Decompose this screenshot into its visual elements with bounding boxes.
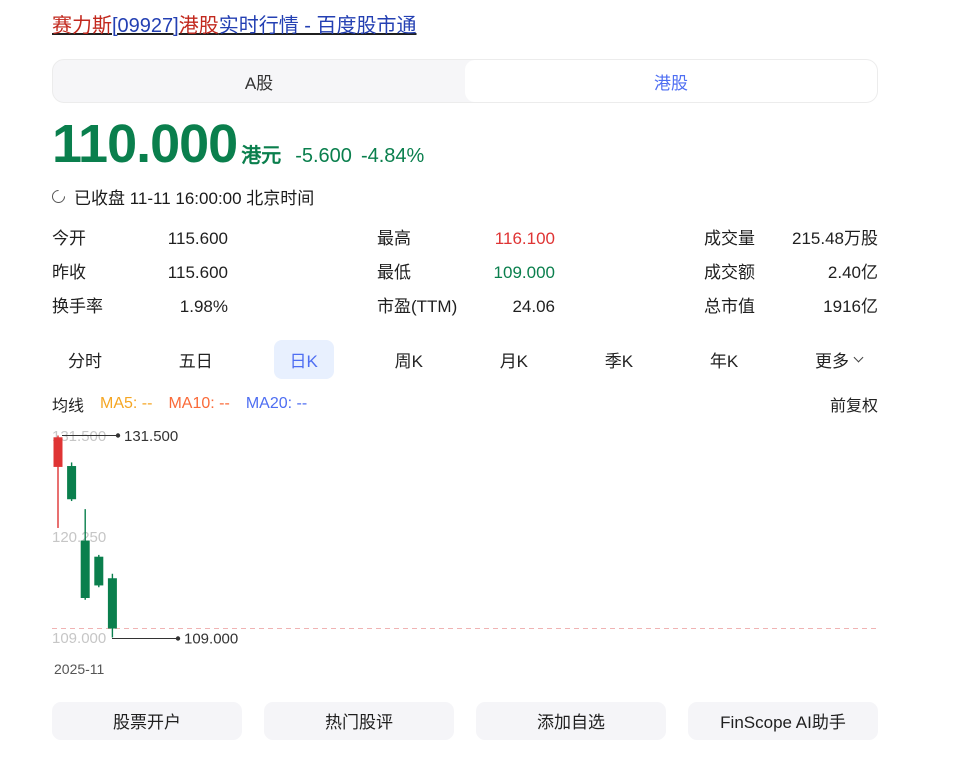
- tab-more[interactable]: 更多: [799, 340, 878, 379]
- stat-label: 总市值: [704, 297, 755, 317]
- ma-title: 均线: [52, 392, 84, 416]
- stat-label: 市盈(TTM): [377, 297, 457, 317]
- stat-turnover-rate: 换手率 1.98%: [52, 297, 228, 317]
- tab-quarterly-k[interactable]: 季K: [589, 340, 649, 379]
- stat-volume: 成交量 215.48万股: [704, 229, 878, 249]
- candle-body: [108, 578, 117, 628]
- title-suffix: 实时行情 - 百度股市通: [219, 15, 417, 37]
- stat-low: 最低 109.000: [377, 263, 555, 283]
- stat-value: 115.600: [168, 263, 228, 283]
- title-stock-name: 赛力斯: [52, 15, 112, 37]
- stat-label: 最低: [377, 263, 411, 283]
- stat-label: 成交量: [704, 229, 755, 249]
- stat-prev-close: 昨收 115.600: [52, 263, 228, 283]
- chart-area: 131.500120.250109.000131.500109.0002025-…: [52, 422, 878, 684]
- open-account-button[interactable]: 股票开户: [52, 702, 242, 740]
- stat-label: 今开: [52, 229, 86, 249]
- hot-comments-button[interactable]: 热门股评: [264, 702, 454, 740]
- y-axis-label: 109.000: [52, 630, 106, 647]
- stat-label: 成交额: [704, 263, 755, 283]
- candle-body: [94, 556, 103, 585]
- stat-value: 116.100: [495, 229, 555, 249]
- stat-value: 24.06: [512, 297, 555, 317]
- x-axis-label: 2025-11: [54, 661, 105, 677]
- tab-minute[interactable]: 分时: [52, 340, 118, 379]
- stats-grid: 今开 115.600 最高 116.100 成交量 215.48万股 昨收 115.60…: [52, 229, 878, 317]
- refresh-icon[interactable]: [49, 187, 67, 205]
- stat-high: 最高 116.100: [377, 229, 555, 249]
- stat-pe-ttm: 市盈(TTM) 24.06: [377, 297, 555, 317]
- stat-value: 115.600: [168, 229, 228, 249]
- chart-period-tabs: 分时 五日 日K 周K 月K 季K 年K 更多: [52, 340, 878, 379]
- status-row: 已收盘 11-11 16:00:00 北京时间: [52, 184, 878, 209]
- price-change: -5.600 -4.84%: [295, 145, 424, 168]
- stat-open: 今开 115.600: [52, 229, 228, 249]
- price-change-percent: -4.84%: [361, 145, 424, 168]
- title-stock-code: [09927]: [112, 15, 179, 37]
- stock-quote-page: 赛力斯[09927]港股实时行情 - 百度股市通 A股 港股 110.000 港…: [52, 0, 878, 768]
- low-annotation-dot: [176, 636, 180, 640]
- stat-value: 2.40亿: [828, 263, 878, 283]
- y-axis-label: 120.250: [52, 529, 106, 546]
- stat-value: 109.000: [494, 263, 555, 283]
- chevron-down-icon: [854, 352, 864, 362]
- tab-yearly-k[interactable]: 年K: [694, 340, 754, 379]
- tab-weekly-k[interactable]: 周K: [379, 340, 439, 379]
- tab-five-day[interactable]: 五日: [163, 340, 229, 379]
- action-button-row: 股票开户 热门股评 添加自选 FinScope AI助手: [52, 702, 878, 740]
- stat-label: 最高: [377, 229, 411, 249]
- market-status-text: 已收盘 11-11 16:00:00 北京时间: [74, 184, 314, 209]
- currency-label: 港元: [241, 139, 281, 168]
- add-watchlist-button[interactable]: 添加自选: [476, 702, 666, 740]
- candlestick-chart[interactable]: 131.500120.250109.000131.500109.0002025-…: [52, 422, 878, 684]
- high-annotation-dot: [116, 433, 120, 437]
- title-market: 港股: [179, 15, 219, 37]
- stat-value: 1916亿: [823, 297, 878, 317]
- tab-a-share[interactable]: A股: [53, 60, 465, 102]
- stat-label: 换手率: [52, 297, 103, 317]
- ma-legend-row: 均线 MA5: -- MA10: -- MA20: -- 前复权: [52, 392, 878, 416]
- stat-market-cap: 总市值 1916亿: [704, 297, 878, 317]
- stat-turnover-amount: 成交额 2.40亿: [704, 263, 878, 283]
- candle-body: [81, 540, 90, 597]
- finscope-ai-button[interactable]: FinScope AI助手: [688, 702, 878, 740]
- candle-body: [67, 466, 76, 499]
- ma5-legend: MA5: --: [100, 395, 152, 413]
- tab-more-label: 更多: [815, 347, 849, 372]
- tab-monthly-k[interactable]: 月K: [484, 340, 544, 379]
- ma20-legend: MA20: --: [246, 395, 307, 413]
- tab-hk[interactable]: 港股: [465, 60, 877, 102]
- stat-label: 昨收: [52, 263, 86, 283]
- price-row: 110.000 港元 -5.600 -4.84%: [52, 116, 878, 173]
- price-change-amount: -5.600: [295, 145, 352, 168]
- current-price: 110.000: [52, 116, 237, 173]
- high-annotation-label: 131.500: [124, 428, 178, 445]
- low-annotation-label: 109.000: [184, 630, 238, 647]
- ma10-legend: MA10: --: [168, 395, 229, 413]
- candle-body: [54, 437, 63, 467]
- adjust-mode-selector[interactable]: 前复权: [830, 392, 878, 416]
- tab-daily-k[interactable]: 日K: [274, 340, 334, 379]
- stat-value: 215.48万股: [792, 229, 878, 249]
- page-title-link[interactable]: 赛力斯[09927]港股实时行情 - 百度股市通: [52, 13, 417, 39]
- stat-value: 1.98%: [180, 297, 228, 317]
- market-tab-bar: A股 港股: [52, 59, 878, 103]
